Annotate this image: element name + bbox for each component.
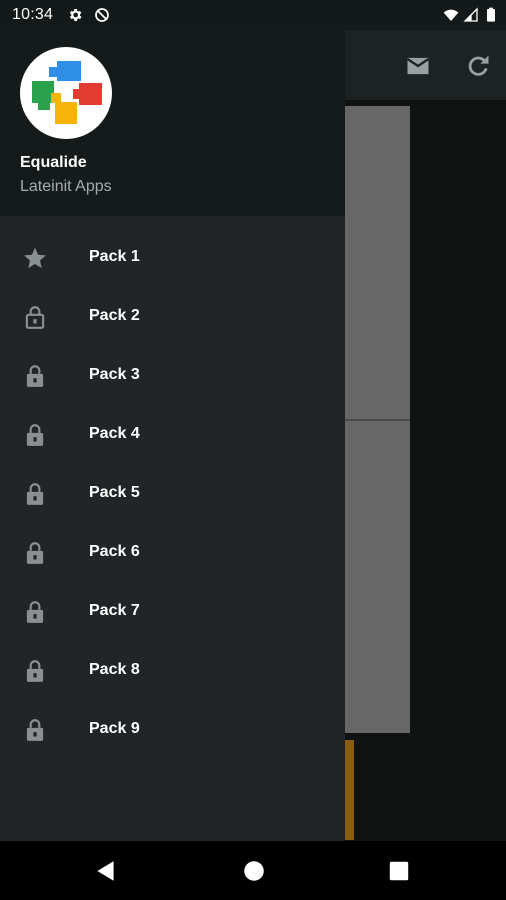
pack-list: Pack 1 Pack 2 Pack 3 Pack 4 Pack 5 Pack … xyxy=(0,228,345,759)
lock-icon xyxy=(26,424,44,446)
menu-item-pack-5[interactable]: Pack 5 xyxy=(0,464,345,523)
star-icon xyxy=(24,247,46,269)
home-icon[interactable] xyxy=(241,858,267,884)
lock-icon xyxy=(26,483,44,505)
menu-item-pack-6[interactable]: Pack 6 xyxy=(0,523,345,582)
accent-block xyxy=(345,740,354,840)
gear-icon xyxy=(69,9,82,21)
lock-icon xyxy=(26,365,44,387)
status-bar: 10:34 xyxy=(0,0,506,30)
navigation-drawer: Equalide Lateinit Apps Pack 1 Pack 2 Pac… xyxy=(0,30,345,841)
menu-item-pack-4[interactable]: Pack 4 xyxy=(0,405,345,464)
menu-item-pack-8[interactable]: Pack 8 xyxy=(0,641,345,700)
battery-icon xyxy=(487,7,495,22)
menu-item-label: Pack 8 xyxy=(89,661,140,678)
menu-item-label: Pack 5 xyxy=(89,484,140,501)
menu-item-label: Pack 7 xyxy=(89,602,140,619)
menu-item-label: Pack 9 xyxy=(89,720,140,737)
developer-name: Lateinit Apps xyxy=(20,178,112,195)
menu-item-pack-9[interactable]: Pack 9 xyxy=(0,700,345,759)
status-time: 10:34 xyxy=(12,6,54,23)
do-not-disturb-icon xyxy=(95,8,109,22)
cell-signal-icon xyxy=(463,7,478,22)
board-divider xyxy=(345,419,410,421)
puzzle-logo-icon xyxy=(32,61,102,124)
back-icon[interactable] xyxy=(93,858,119,884)
menu-item-pack-2[interactable]: Pack 2 xyxy=(0,287,345,346)
lock-icon xyxy=(26,601,44,623)
menu-item-label: Pack 6 xyxy=(89,543,140,560)
lock-icon xyxy=(26,660,44,682)
menu-item-label: Pack 3 xyxy=(89,366,140,383)
menu-item-pack-7[interactable]: Pack 7 xyxy=(0,582,345,641)
lock-open-icon xyxy=(25,306,45,329)
menu-item-label: Pack 1 xyxy=(89,248,140,265)
mail-icon[interactable] xyxy=(404,52,432,80)
app-logo xyxy=(20,47,112,139)
app-name: Equalide xyxy=(20,154,87,171)
lock-icon xyxy=(26,719,44,741)
navigation-bar xyxy=(0,841,506,900)
lock-icon xyxy=(26,542,44,564)
menu-item-pack-3[interactable]: Pack 3 xyxy=(0,346,345,405)
menu-item-label: Pack 2 xyxy=(89,307,140,324)
refresh-icon[interactable] xyxy=(464,52,492,80)
menu-item-label: Pack 4 xyxy=(89,425,140,442)
menu-item-pack-1[interactable]: Pack 1 xyxy=(0,228,345,287)
drawer-header: Equalide Lateinit Apps xyxy=(0,30,345,216)
recents-icon[interactable] xyxy=(386,858,412,884)
wifi-icon xyxy=(443,9,459,21)
